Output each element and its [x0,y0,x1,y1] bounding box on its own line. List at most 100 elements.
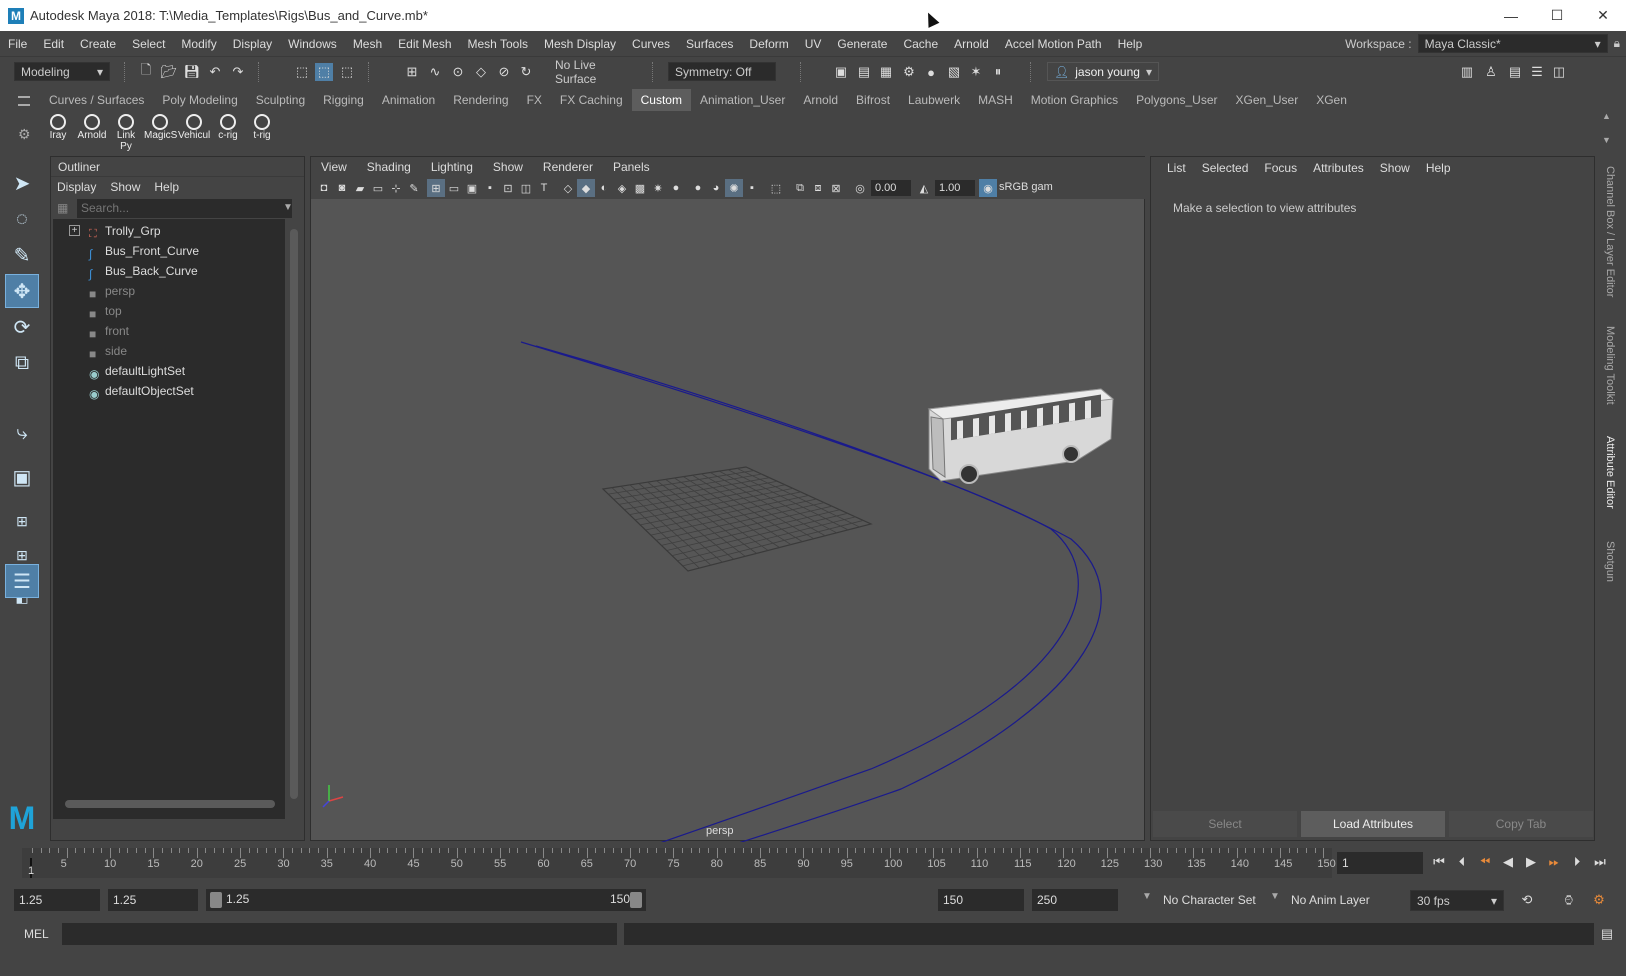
wireframe-icon[interactable]: ◇ [559,179,577,197]
outliner-item[interactable]: ∫ Bus_Back_Curve [53,261,285,281]
menu-generate[interactable]: Generate [829,37,895,51]
ae-menu-attributes[interactable]: Attributes [1305,161,1372,175]
gamma-icon[interactable]: ◭ [915,179,933,197]
arnold-render-icon[interactable]: ✶ [967,63,985,81]
viewport-menu-shading[interactable]: Shading [357,160,421,174]
undo-icon[interactable]: ↶ [206,63,224,81]
viewport-menu-renderer[interactable]: Renderer [533,160,603,174]
loop-icon[interactable]: ⟲ [1518,891,1536,909]
shelf-scroll-down-icon[interactable]: ▼ [1602,135,1611,145]
xray-joints-icon[interactable]: ⊠ [827,179,845,197]
tab-channel-box[interactable]: Channel Box / Layer Editor [1604,166,1616,297]
shelf-tab[interactable]: Animation [373,89,444,111]
anim-layer-label[interactable]: No Anim Layer [1291,893,1370,907]
menu-curves[interactable]: Curves [624,37,678,51]
menu-uv[interactable]: UV [797,37,830,51]
shelf-tab[interactable]: MASH [969,89,1022,111]
tab-shotgun[interactable]: Shotgun [1604,541,1616,582]
range-slider-track[interactable]: 1.25 150 [206,889,646,911]
outliner-item[interactable]: ◉ defaultLightSet [53,361,285,381]
menu-create[interactable]: Create [72,37,124,51]
anti-aliasing-icon[interactable]: ✺ [725,179,743,197]
go-to-start-icon[interactable]: ⏮︎ [1430,853,1448,871]
user-login-dropdown[interactable]: 👤︎ jason young ▾ [1047,62,1159,81]
depth-of-field-icon[interactable]: ▪ [743,179,761,197]
render-current-frame-icon[interactable]: ▣ [832,63,850,81]
shelf-settings-gear-icon[interactable]: ⚙︎ [18,126,31,143]
tab-modeling-toolkit[interactable]: Modeling Toolkit [1604,326,1616,405]
grease-pencil-icon[interactable]: ✎ [405,179,423,197]
shelf-button-link-py[interactable]: Link Py [110,113,142,152]
select-by-hierarchy-icon[interactable]: ⬚ [293,63,311,81]
shelf-tab[interactable]: Poly Modeling [153,89,246,111]
outliner-search-input[interactable] [77,199,292,218]
lights-icon[interactable]: ✷ [649,179,667,197]
outliner-layout-icon[interactable]: ☰ [5,564,39,598]
tool-settings-icon[interactable]: ☰ [1528,63,1546,81]
shelf-tab[interactable]: FX Caching [551,89,632,111]
viewport-menu-show[interactable]: Show [483,160,533,174]
save-scene-icon[interactable]: 💾︎ [183,63,201,81]
rotate-tool-icon[interactable]: ⟳ [5,310,39,344]
shelf-tab-custom[interactable]: Custom [631,89,691,111]
shadows-icon[interactable]: ● [667,179,685,197]
outliner-horizontal-scrollbar[interactable] [55,799,287,809]
ae-select-button[interactable]: Select [1153,811,1297,837]
select-tool-icon[interactable]: ➤ [5,166,39,200]
render-settings-icon[interactable]: ⚙︎ [900,63,918,81]
motion-blur-icon[interactable]: ◕ [707,179,725,197]
wireframe-on-shaded-icon[interactable]: ◈ [613,179,631,197]
lasso-tool-icon[interactable]: ◌ [5,202,39,236]
shelf-tab[interactable]: Bifrost [847,89,899,111]
history-icon[interactable]: ↻ [517,63,535,81]
film-gate-icon[interactable]: ▭ [445,179,463,197]
menu-accel-motion-path[interactable]: Accel Motion Path [997,37,1110,51]
script-editor-icon[interactable]: ▤ [1598,925,1616,943]
xray-icon[interactable]: ⧉ [791,179,809,197]
live-surface-field[interactable]: No Live Surface [548,58,640,86]
camera-attributes-icon[interactable]: ◙ [333,179,351,197]
search-options-chevron-icon[interactable]: ▼ [283,202,293,213]
menu-help[interactable]: Help [1110,37,1151,51]
pause-icon[interactable]: ⏸︎ [989,63,1007,81]
scene-end-field[interactable]: 250 [1032,889,1118,911]
snap-point-icon[interactable]: ⊙ [449,63,467,81]
scrollbar-thumb[interactable] [290,229,298,799]
exposure-icon[interactable]: ◎ [851,179,869,197]
outliner-item[interactable]: ■ side [53,341,285,361]
step-back-frame-icon[interactable]: ⏴ [1453,853,1471,871]
shelf-button-c-rig[interactable]: c-rig [212,113,244,145]
expand-icon[interactable]: + [69,225,80,236]
bookmarks-icon[interactable]: ▰ [351,179,369,197]
select-camera-icon[interactable]: ◘ [315,179,333,197]
chevron-down-icon[interactable]: ▼ [1142,891,1152,902]
outliner-menu-display[interactable]: Display [57,180,104,194]
gate-mask-icon[interactable]: ▪ [481,179,499,197]
grid-icon[interactable]: ⊞ [427,179,445,197]
move-tool-icon[interactable]: ✥ [5,274,39,308]
exposure-field[interactable]: 0.00 [871,180,911,196]
menu-edit[interactable]: Edit [35,37,72,51]
select-by-component-icon[interactable]: ⬚ [338,63,356,81]
shelf-tab[interactable]: Laubwerk [899,89,969,111]
menu-edit-mesh[interactable]: Edit Mesh [390,37,459,51]
color-management-icon[interactable]: ◉ [979,179,997,197]
safe-title-icon[interactable]: T [535,179,553,197]
outliner-item[interactable]: ■ persp [53,281,285,301]
outliner-vertical-scrollbar[interactable] [289,219,299,819]
shelf-button-iray[interactable]: Iray [42,113,74,145]
select-by-object-icon[interactable]: ⬚ [315,63,333,81]
shelf-button-t-rig[interactable]: t-rig [246,113,278,145]
playback-start-field[interactable]: 1.25 [108,889,198,911]
current-frame-field[interactable]: 1 [1337,852,1423,874]
menu-mesh[interactable]: Mesh [345,37,390,51]
auto-key-icon[interactable]: ⌚︎ [1560,891,1578,909]
menu-select[interactable]: Select [124,37,173,51]
fps-dropdown[interactable]: 30 fps ▾ [1410,890,1504,911]
snap-curve-icon[interactable]: ∿ [426,63,444,81]
redo-icon[interactable]: ↷ [229,63,247,81]
menu-cache[interactable]: Cache [895,37,946,51]
ae-menu-focus[interactable]: Focus [1256,161,1305,175]
smooth-shade-icon[interactable]: ◆ [577,179,595,197]
play-backwards-icon[interactable]: ◀ [1499,853,1517,871]
